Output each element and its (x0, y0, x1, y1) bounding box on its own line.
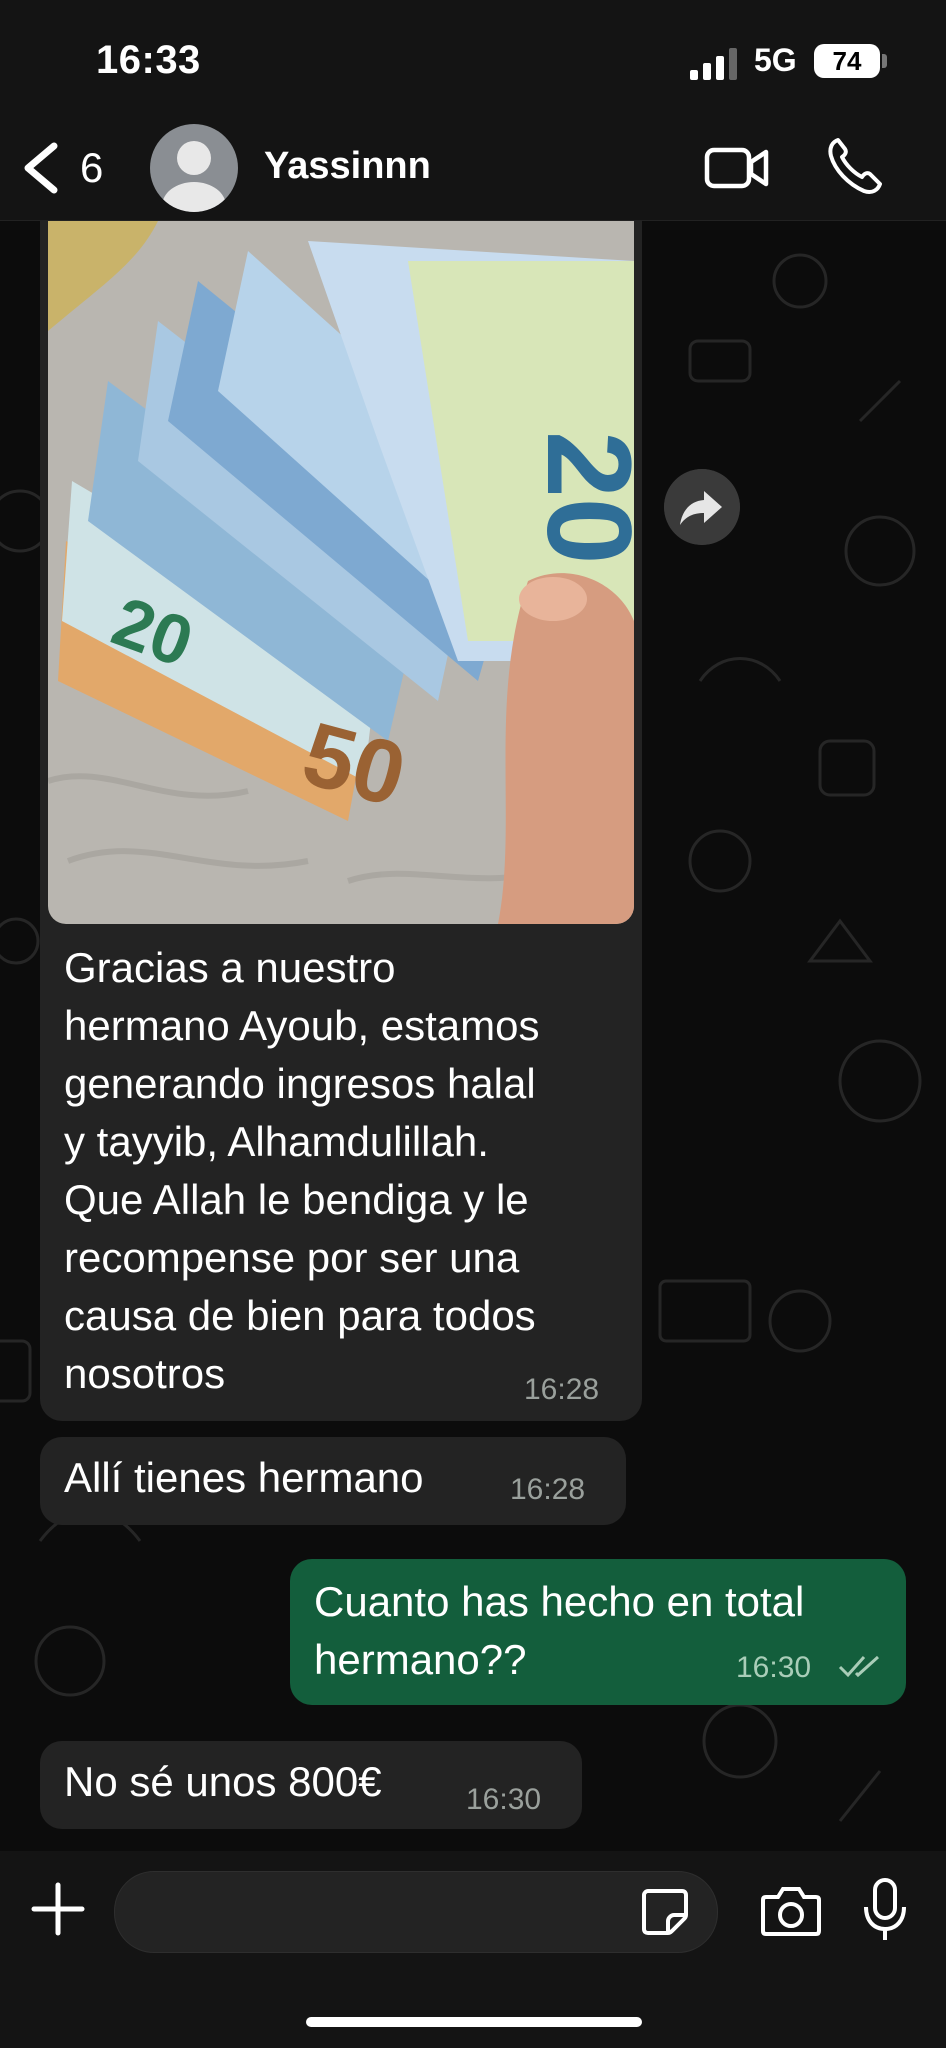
money-photo[interactable]: 20 20 50 (48, 221, 634, 924)
status-time: 16:33 (96, 38, 201, 82)
chat-area: 20 20 50 Gracias a nuestro hermano Ayoub… (0, 221, 946, 1851)
phone-call-icon[interactable] (826, 136, 882, 196)
caption-line: hermano Ayoub, estamos (64, 1002, 540, 1049)
status-bar: 16:33 5G 74 (0, 0, 946, 120)
message-time: 16:30 (466, 1783, 542, 1816)
message-text: Allí tienes hermano (64, 1454, 424, 1501)
message-time: 16:28 (510, 1473, 586, 1506)
battery-tip (882, 54, 887, 68)
contact-name[interactable]: Yassinnn (264, 145, 431, 188)
battery-icon: 74 (814, 44, 880, 78)
video-call-icon[interactable] (704, 142, 770, 194)
message-text: Cuanto has hecho en total hermano?? (314, 1573, 804, 1689)
message-line: Cuanto has hecho en total (314, 1578, 805, 1625)
caption-text: Gracias a nuestro hermano Ayoub, estamos… (64, 939, 634, 1403)
caption-line: generando ingresos halal (64, 1060, 536, 1107)
caption-line: causa de bien para todos (64, 1292, 536, 1339)
sticker-icon[interactable] (640, 1887, 690, 1937)
home-indicator (306, 2017, 642, 2027)
message-time: 16:28 (524, 1373, 600, 1406)
chat-header: 6 Yassinnn (0, 120, 946, 221)
avatar[interactable] (150, 124, 238, 212)
forward-icon[interactable] (664, 469, 740, 545)
svg-text:20: 20 (522, 431, 634, 564)
read-receipt-double-check-icon (838, 1655, 880, 1678)
message-text: No sé unos 800€ (64, 1758, 382, 1805)
plus-icon[interactable] (30, 1881, 86, 1937)
caption-line: Que Allah le bendiga y le (64, 1176, 529, 1223)
message-bubble-incoming[interactable]: Allí tienes hermano 16:28 (40, 1437, 626, 1525)
network-type: 5G (754, 42, 797, 78)
caption-line: recompense por ser una (64, 1234, 520, 1281)
message-composer (0, 1851, 946, 2048)
cellular-signal-icon (690, 48, 737, 80)
message-line: hermano?? (314, 1636, 527, 1683)
back-chevron-icon[interactable] (18, 140, 62, 196)
caption-line: Gracias a nuestro (64, 944, 396, 991)
caption-line: y tayyib, Alhamdulillah. (64, 1118, 489, 1165)
camera-icon[interactable] (760, 1883, 822, 1939)
message-bubble-incoming[interactable]: No sé unos 800€ 16:30 (40, 1741, 582, 1829)
message-time: 16:30 (736, 1651, 812, 1684)
message-input[interactable] (114, 1871, 718, 1953)
unread-count[interactable]: 6 (80, 144, 103, 192)
microphone-icon[interactable] (862, 1877, 908, 1943)
message-bubble-outgoing[interactable]: Cuanto has hecho en total hermano?? 16:3… (290, 1559, 906, 1705)
default-avatar-icon (162, 141, 226, 212)
euro-banknotes-image: 20 20 50 (48, 221, 634, 924)
